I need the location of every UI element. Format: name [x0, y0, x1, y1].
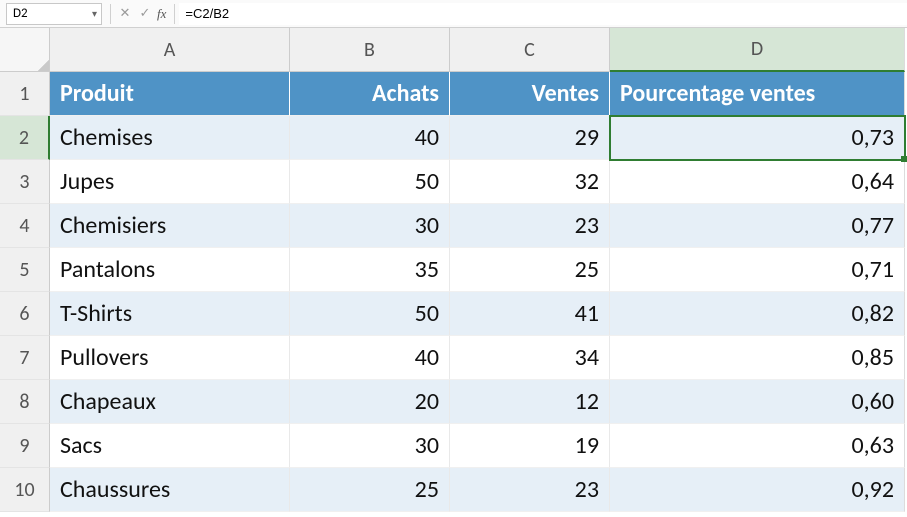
- confirm-formula-button[interactable]: ✓: [135, 4, 155, 24]
- column-header-A[interactable]: A: [50, 28, 290, 72]
- row-header-7[interactable]: 7: [0, 336, 50, 380]
- cell-B8[interactable]: 20: [290, 380, 450, 424]
- separator: [174, 4, 175, 24]
- column-header-C[interactable]: C: [450, 28, 610, 72]
- table-header-pourcentage[interactable]: Pourcentage ventes: [610, 72, 905, 116]
- cell-D8[interactable]: 0,60: [610, 380, 905, 424]
- cell-B2[interactable]: 40: [290, 116, 450, 160]
- cell-A6[interactable]: T-Shirts: [50, 292, 290, 336]
- fx-icon[interactable]: fx: [157, 6, 166, 22]
- cell-B6[interactable]: 50: [290, 292, 450, 336]
- cell-B3[interactable]: 50: [290, 160, 450, 204]
- spreadsheet-grid[interactable]: A B C D 1 Produit Achats Ventes Pourcent…: [0, 28, 907, 512]
- cell-C2[interactable]: 29: [450, 116, 610, 160]
- separator: [110, 4, 111, 24]
- cell-C3[interactable]: 32: [450, 160, 610, 204]
- cell-A7[interactable]: Pullovers: [50, 336, 290, 380]
- cell-B5[interactable]: 35: [290, 248, 450, 292]
- column-header-B[interactable]: B: [290, 28, 450, 72]
- table-header-ventes[interactable]: Ventes: [450, 72, 610, 116]
- cancel-formula-button[interactable]: ✕: [115, 4, 135, 24]
- select-all-corner[interactable]: [0, 28, 50, 72]
- row-header-1[interactable]: 1: [0, 72, 50, 116]
- cell-D10[interactable]: 0,92: [610, 468, 905, 512]
- name-box-value: D2: [13, 6, 28, 21]
- cell-D6[interactable]: 0,82: [610, 292, 905, 336]
- cell-D7[interactable]: 0,85: [610, 336, 905, 380]
- chevron-down-icon[interactable]: ▾: [92, 7, 97, 20]
- cell-C4[interactable]: 23: [450, 204, 610, 248]
- cell-A4[interactable]: Chemisiers: [50, 204, 290, 248]
- cell-C6[interactable]: 41: [450, 292, 610, 336]
- cell-A3[interactable]: Jupes: [50, 160, 290, 204]
- cell-B7[interactable]: 40: [290, 336, 450, 380]
- row-header-2[interactable]: 2: [0, 116, 50, 160]
- cell-C10[interactable]: 23: [450, 468, 610, 512]
- cell-B4[interactable]: 30: [290, 204, 450, 248]
- cell-D3[interactable]: 0,64: [610, 160, 905, 204]
- cell-A5[interactable]: Pantalons: [50, 248, 290, 292]
- row-header-3[interactable]: 3: [0, 160, 50, 204]
- row-header-6[interactable]: 6: [0, 292, 50, 336]
- cell-A2[interactable]: Chemises: [50, 116, 290, 160]
- cell-C9[interactable]: 19: [450, 424, 610, 468]
- table-header-achats[interactable]: Achats: [290, 72, 450, 116]
- check-icon: ✓: [140, 6, 151, 21]
- cell-A10[interactable]: Chaussures: [50, 468, 290, 512]
- cell-C7[interactable]: 34: [450, 336, 610, 380]
- formula-input[interactable]: [179, 3, 907, 25]
- cell-D4[interactable]: 0,77: [610, 204, 905, 248]
- cell-B9[interactable]: 30: [290, 424, 450, 468]
- row-header-4[interactable]: 4: [0, 204, 50, 248]
- table-header-produit[interactable]: Produit: [50, 72, 290, 116]
- cell-C8[interactable]: 12: [450, 380, 610, 424]
- cell-D2[interactable]: 0,73: [610, 116, 905, 160]
- row-header-10[interactable]: 10: [0, 468, 50, 512]
- row-header-5[interactable]: 5: [0, 248, 50, 292]
- row-header-8[interactable]: 8: [0, 380, 50, 424]
- cell-D5[interactable]: 0,71: [610, 248, 905, 292]
- column-header-D[interactable]: D: [610, 28, 905, 72]
- cell-A8[interactable]: Chapeaux: [50, 380, 290, 424]
- cell-B10[interactable]: 25: [290, 468, 450, 512]
- close-icon: ✕: [120, 6, 131, 21]
- name-box[interactable]: D2 ▾: [6, 3, 102, 25]
- formula-bar: D2 ▾ ✕ ✓ fx: [0, 0, 907, 28]
- row-header-9[interactable]: 9: [0, 424, 50, 468]
- cell-D9[interactable]: 0,63: [610, 424, 905, 468]
- cell-A9[interactable]: Sacs: [50, 424, 290, 468]
- cell-C5[interactable]: 25: [450, 248, 610, 292]
